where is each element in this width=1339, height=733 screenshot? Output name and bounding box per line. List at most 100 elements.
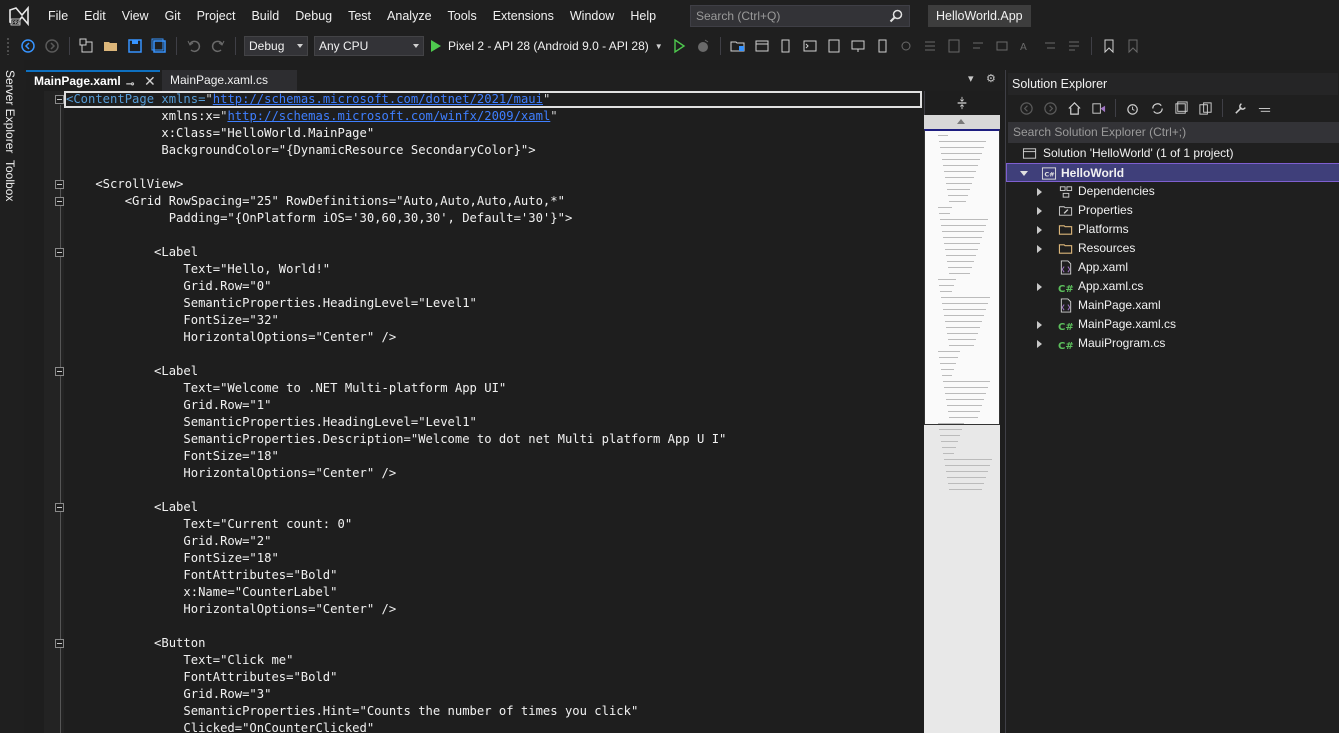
collapse-icon[interactable]	[55, 503, 64, 512]
code-line[interactable]: <Label	[66, 363, 922, 380]
tree-item-resources[interactable]: Resources	[1006, 239, 1339, 258]
start-debugging-button[interactable]: Pixel 2 - API 28 (Android 9.0 - API 28) …	[431, 36, 663, 56]
device-manager-icon[interactable]	[776, 36, 796, 56]
back-icon[interactable]	[1016, 98, 1036, 118]
code-line[interactable]: Padding="{OnPlatform iOS='30,60,30,30', …	[66, 210, 922, 227]
code-line[interactable]: FontSize="18"	[66, 550, 922, 567]
tree-item-dependencies[interactable]: Dependencies	[1006, 182, 1339, 201]
tree-item-app-xaml-cs[interactable]: C# App.xaml.cs	[1006, 277, 1339, 296]
code-line[interactable]	[66, 618, 922, 635]
code-line[interactable]: Grid.Row="2"	[66, 533, 922, 550]
code-line[interactable]: <ScrollView>	[66, 176, 922, 193]
server-explorer-tab[interactable]: Server Explorer	[3, 70, 17, 153]
close-icon[interactable]: ✕	[144, 72, 156, 91]
code-line[interactable]: FontSize="18"	[66, 448, 922, 465]
home-icon[interactable]	[1064, 98, 1084, 118]
code-line[interactable]: Grid.Row="0"	[66, 278, 922, 295]
expand-arrow-icon[interactable]	[1037, 283, 1042, 291]
preview-icon[interactable]	[1254, 98, 1274, 118]
code-line[interactable]: Text="Current count: 0"	[66, 516, 922, 533]
menu-item-file[interactable]: File	[40, 0, 76, 32]
toolbox-tab[interactable]: Toolbox	[3, 160, 17, 201]
code-line[interactable]: xmlns:x= "http://schemas.microsoft.com/wi…	[66, 108, 922, 125]
code-line[interactable]: FontSize="32"	[66, 312, 922, 329]
expand-arrow-icon[interactable]	[1037, 245, 1042, 253]
menu-item-tools[interactable]: Tools	[440, 0, 485, 32]
collapse-icon[interactable]	[55, 367, 64, 376]
uncomment-icon[interactable]	[944, 36, 964, 56]
platform-dropdown[interactable]: Any CPU	[314, 36, 424, 56]
tree-item-mainpage-xaml-cs[interactable]: C# MainPage.xaml.cs	[1006, 315, 1339, 334]
hot-reload-icon[interactable]	[693, 36, 713, 56]
menu-item-project[interactable]: Project	[189, 0, 244, 32]
tree-item-properties[interactable]: Properties	[1006, 201, 1339, 220]
code-line[interactable]: Grid.Row="1"	[66, 397, 922, 414]
menu-item-window[interactable]: Window	[562, 0, 622, 32]
gear-icon[interactable]: ⚙	[986, 72, 996, 85]
solution-node[interactable]: Solution 'HelloWorld' (1 of 1 project)	[1006, 144, 1339, 163]
expand-arrow-icon[interactable]	[1037, 226, 1042, 234]
code-line[interactable]: Text="Welcome to .NET Multi-platform App…	[66, 380, 922, 397]
indent-icon[interactable]	[992, 36, 1012, 56]
bookmark-icon[interactable]	[1099, 36, 1119, 56]
configuration-dropdown[interactable]: Debug	[244, 36, 308, 56]
next-bookmark-icon[interactable]	[1123, 36, 1143, 56]
expanded-arrow-icon[interactable]	[1020, 171, 1028, 176]
code-line[interactable]: HorizontalOptions="Center" />	[66, 465, 922, 482]
document-icon[interactable]	[824, 36, 844, 56]
menu-item-extensions[interactable]: Extensions	[485, 0, 562, 32]
scrollbar-minimap[interactable]	[924, 91, 1000, 733]
code-line[interactable]	[66, 482, 922, 499]
code-line[interactable]: SemanticProperties.HeadingLevel="Level1"	[66, 295, 922, 312]
collapse-icon[interactable]	[55, 197, 64, 206]
properties-wrench-icon[interactable]	[1230, 98, 1250, 118]
phone-icon[interactable]	[872, 36, 892, 56]
collapse-icon[interactable]	[55, 95, 64, 104]
solution-search-input[interactable]: Search Solution Explorer (Ctrl+;)	[1008, 122, 1339, 143]
code-line[interactable]: <Label	[66, 244, 922, 261]
scroll-up-button[interactable]	[924, 115, 1000, 129]
code-line[interactable]	[66, 346, 922, 363]
code-line[interactable]: FontAttributes="Bold"	[66, 567, 922, 584]
tree-item-mauiprogram-cs[interactable]: C# MauiProgram.cs	[1006, 334, 1339, 353]
open-folder-icon[interactable]	[101, 36, 121, 56]
outdent-icon[interactable]	[1040, 36, 1060, 56]
menu-item-debug[interactable]: Debug	[287, 0, 340, 32]
layout-icon[interactable]	[752, 36, 772, 56]
menu-item-edit[interactable]: Edit	[76, 0, 114, 32]
comment-out-icon[interactable]	[920, 36, 940, 56]
toolbar-grip[interactable]	[6, 37, 10, 55]
menu-item-view[interactable]: View	[114, 0, 157, 32]
wrap-icon[interactable]	[1064, 36, 1084, 56]
tree-item-mainpage-xaml[interactable]: MainPage.xaml	[1006, 296, 1339, 315]
settings-dim-icon[interactable]	[896, 36, 916, 56]
code-line[interactable]: Text="Click me"	[66, 652, 922, 669]
sync-icon[interactable]	[1147, 98, 1167, 118]
tree-item-app-xaml[interactable]: App.xaml	[1006, 258, 1339, 277]
code-line[interactable]: HorizontalOptions="Center" />	[66, 601, 922, 618]
collapse-icon[interactable]	[55, 180, 64, 189]
tab-list-dropdown-icon[interactable]: ▾	[968, 72, 974, 85]
code-editor[interactable]: <ContentPage xmlns="http://schemas.micro…	[24, 91, 924, 733]
code-line[interactable]: Clicked="OnCounterClicked"	[66, 720, 922, 733]
browse-folder-icon[interactable]	[728, 36, 748, 56]
code-line[interactable]: Text="Hello, World!"	[66, 261, 922, 278]
menu-item-git[interactable]: Git	[157, 0, 189, 32]
code-line[interactable]	[66, 159, 922, 176]
show-all-files-icon[interactable]	[1195, 98, 1215, 118]
expand-arrow-icon[interactable]	[1037, 207, 1042, 215]
split-editor-button[interactable]	[924, 91, 1000, 115]
save-icon[interactable]	[125, 36, 145, 56]
tab-mainpage-xaml-cs[interactable]: MainPage.xaml.cs	[162, 70, 297, 91]
font-size-icon[interactable]: A	[1016, 36, 1036, 56]
code-line[interactable]: <Button	[66, 635, 922, 652]
tab-mainpage-xaml[interactable]: MainPage.xaml ⊸ ✕	[26, 70, 160, 91]
terminal-icon[interactable]	[800, 36, 820, 56]
code-line[interactable]: SemanticProperties.HeadingLevel="Level1"	[66, 414, 922, 431]
code-line[interactable]: HorizontalOptions="Center" />	[66, 329, 922, 346]
code-line[interactable]: SemanticProperties.Hint="Counts the numb…	[66, 703, 922, 720]
code-line[interactable]: BackgroundColor="{DynamicResource Second…	[66, 142, 922, 159]
save-all-icon[interactable]	[149, 36, 169, 56]
menu-item-analyze[interactable]: Analyze	[379, 0, 439, 32]
code-line[interactable]: x:Class="HelloWorld.MainPage"	[66, 125, 922, 142]
